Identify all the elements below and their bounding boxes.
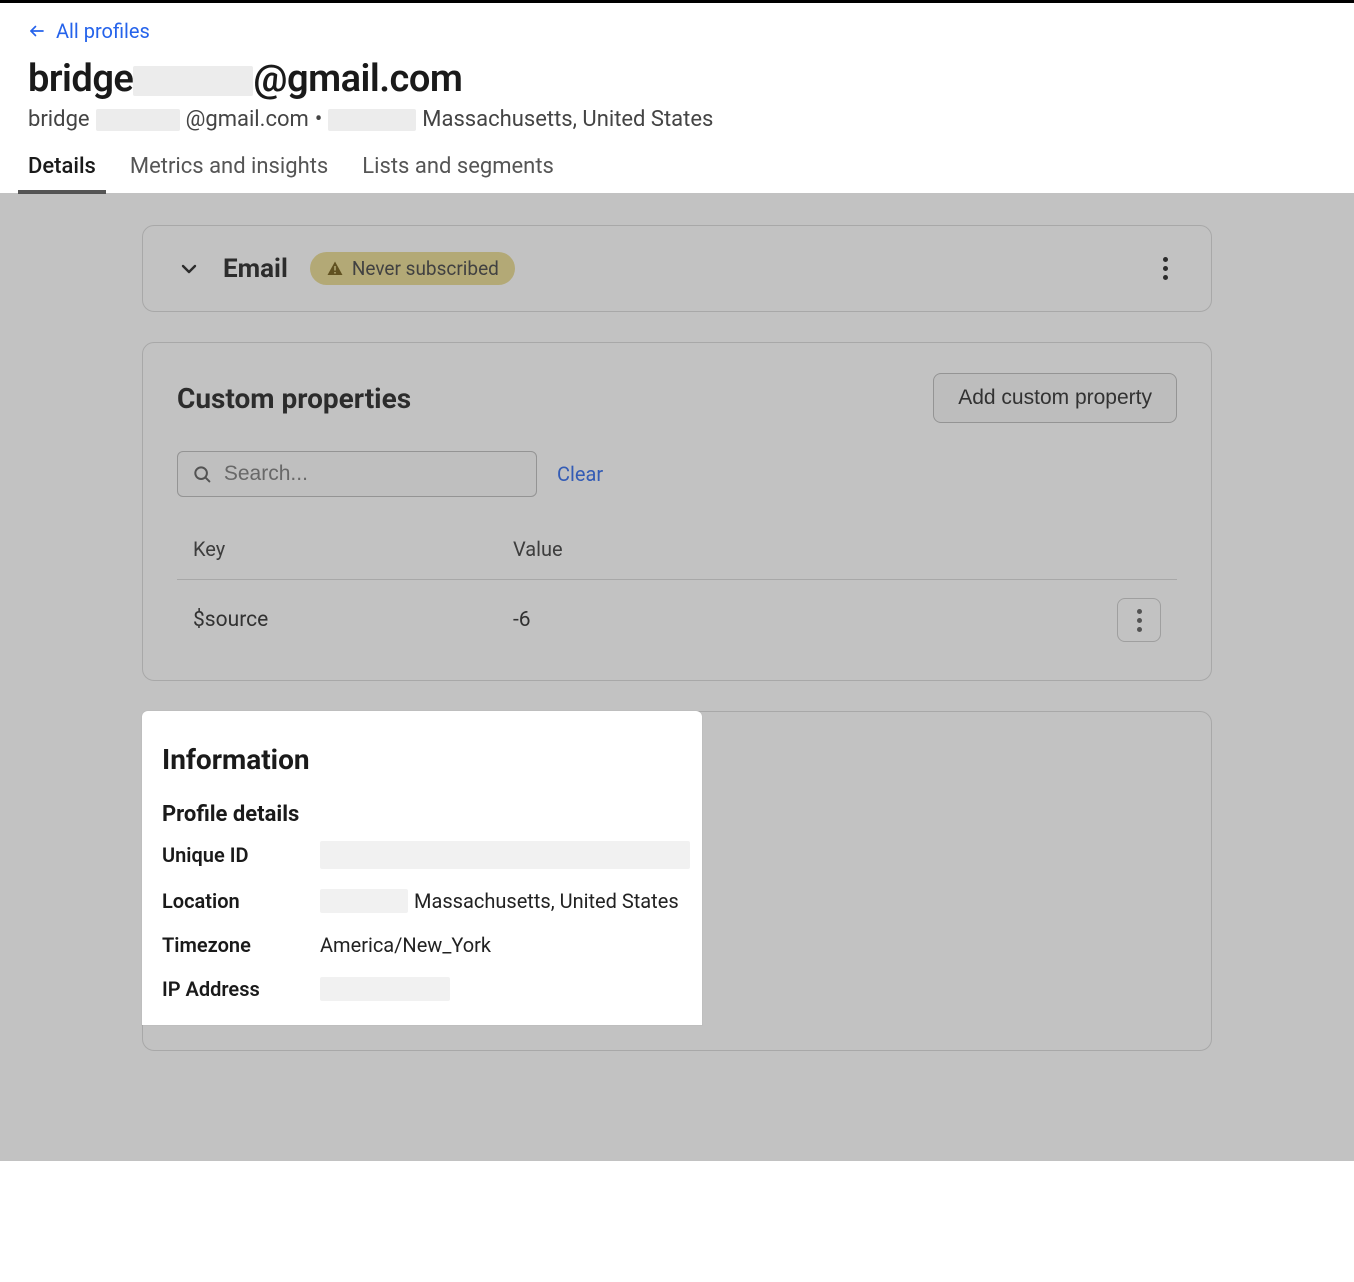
back-to-profiles-link[interactable]: All profiles (28, 19, 150, 43)
title-suffix: @gmail.com (253, 57, 462, 101)
profile-details-subtitle: Profile details (162, 802, 682, 827)
sub-email-prefix: bridge (28, 107, 90, 132)
information-popout: Information Profile details Unique ID Lo… (142, 711, 702, 1025)
custom-properties-card: Custom properties Add custom property Cl… (142, 342, 1212, 681)
redacted-ip (320, 977, 450, 1001)
warning-icon (326, 260, 344, 278)
custom-properties-table-header: Key Value (177, 519, 1177, 580)
details-body: Email Never subscribed Custom properties… (0, 193, 1354, 1161)
chevron-down-icon[interactable] (177, 257, 201, 281)
tab-lists[interactable]: Lists and segments (362, 154, 554, 193)
location-label: Location (162, 889, 312, 913)
sub-location: Massachusetts, United States (422, 107, 713, 132)
timezone-value: America/New_York (320, 933, 491, 957)
search-input[interactable] (224, 462, 522, 486)
arrow-left-icon (28, 22, 46, 40)
sub-email-suffix: @gmail.com (186, 107, 309, 132)
tabs: Details Metrics and insights Lists and s… (28, 154, 1326, 193)
redacted-sub-email (96, 109, 180, 131)
col-key: Key (193, 537, 513, 561)
search-icon (192, 463, 212, 485)
page-header: All profiles bridge @gmail.com bridge @gma… (0, 3, 1354, 193)
tab-details[interactable]: Details (28, 154, 96, 193)
badge-text: Never subscribed (352, 257, 499, 280)
information-title: Information (162, 743, 682, 776)
location-value: Massachusetts, United States (414, 889, 679, 913)
redacted-unique-id (320, 841, 690, 869)
back-label: All profiles (56, 19, 150, 43)
page-title: bridge @gmail.com (28, 57, 462, 101)
row-menu[interactable] (1117, 598, 1161, 642)
email-card: Email Never subscribed (142, 225, 1212, 312)
ip-label: IP Address (162, 977, 312, 1001)
clear-search-link[interactable]: Clear (557, 462, 603, 486)
email-card-menu[interactable] (1153, 257, 1177, 281)
custom-properties-search[interactable] (177, 451, 537, 497)
custom-properties-title: Custom properties (177, 382, 411, 415)
information-card-wrapper: Information Profile details Unique ID Lo… (142, 711, 1212, 1051)
email-section-title: Email (223, 254, 288, 284)
separator: • (315, 107, 322, 132)
subscription-badge: Never subscribed (310, 252, 515, 285)
redacted-city (328, 109, 416, 131)
redacted-location-city (320, 889, 408, 913)
add-custom-property-button[interactable]: Add custom property (933, 373, 1177, 423)
row-key: $source (193, 608, 513, 632)
redacted-title (133, 66, 253, 96)
tab-metrics[interactable]: Metrics and insights (130, 154, 328, 193)
col-value: Value (513, 537, 1081, 561)
profile-subline: bridge @gmail.com • Massachusetts, United… (28, 107, 1326, 132)
unique-id-label: Unique ID (162, 843, 312, 867)
row-value: -6 (513, 608, 1081, 632)
table-row: $source -6 (177, 580, 1177, 660)
timezone-label: Timezone (162, 933, 312, 957)
title-prefix: bridge (28, 57, 133, 101)
